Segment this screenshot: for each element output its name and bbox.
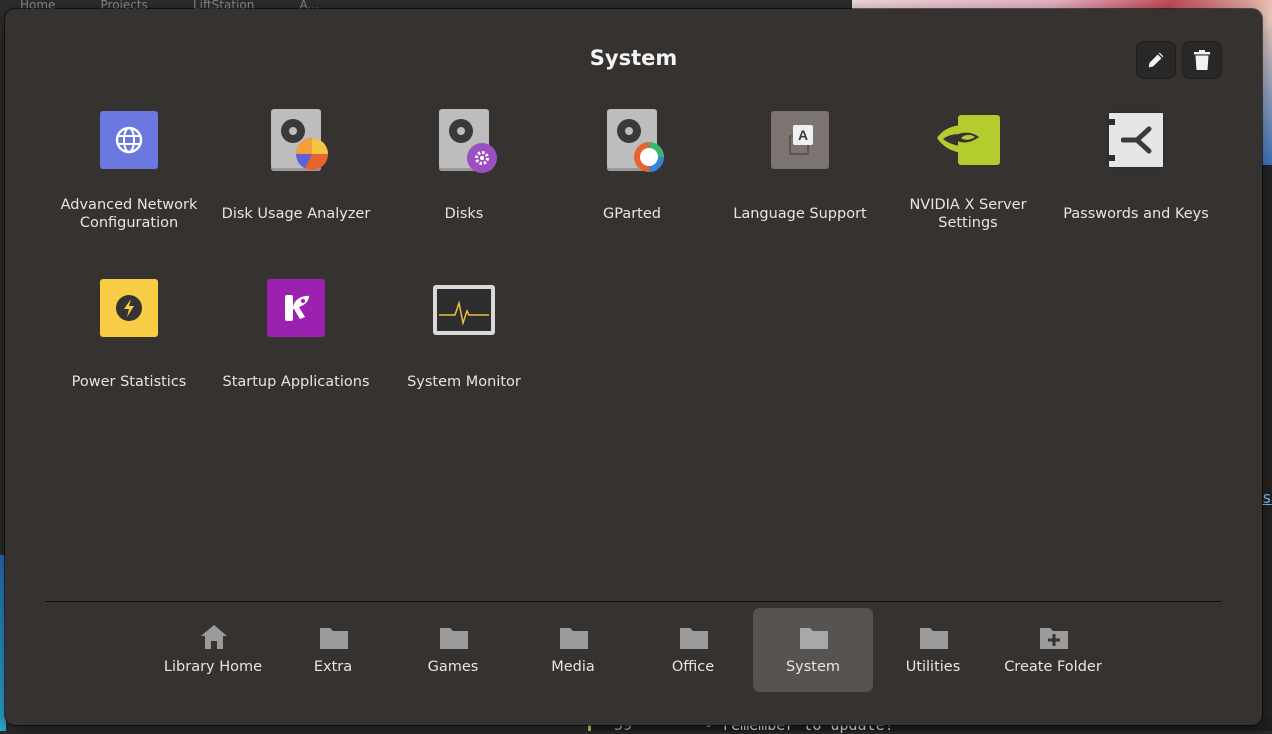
app-label: Startup Applications	[222, 374, 370, 390]
startup-applications-icon	[261, 273, 331, 343]
app-label: Power Statistics	[71, 374, 187, 390]
dock-item-create-folder[interactable]: Create Folder	[993, 608, 1113, 692]
home-icon	[201, 625, 227, 649]
dock-divider	[45, 601, 1221, 602]
disk-usage-analyzer-icon	[261, 105, 331, 175]
dock-item-office[interactable]: Office	[633, 608, 753, 692]
dock-label: Library Home	[163, 659, 263, 675]
app-disk-usage-analyzer[interactable]: Disk Usage Analyzer	[212, 105, 380, 265]
folder-icon	[920, 628, 948, 649]
dock-label: Media	[551, 659, 595, 675]
dock-label: System	[785, 659, 841, 675]
app-power-statistics[interactable]: Power Statistics	[45, 273, 213, 433]
folder-icon	[680, 628, 708, 649]
app-label: NVIDIA X Server Settings	[909, 197, 1027, 231]
app-label: Disks	[444, 206, 484, 222]
dock-item-extra[interactable]: Extra	[273, 608, 393, 692]
app-label: Advanced Network Configuration	[60, 197, 198, 231]
dock-label: Office	[671, 659, 715, 675]
trash-icon	[1194, 50, 1210, 70]
app-label: Passwords and Keys	[1063, 206, 1209, 222]
dock-item-utilities[interactable]: Utilities	[873, 608, 993, 692]
dock-label: Extra	[313, 659, 353, 675]
dock-label: Games	[427, 659, 479, 675]
folder-icon	[560, 628, 588, 649]
background-link: s	[1262, 488, 1272, 507]
app-advanced-network-configuration[interactable]: Advanced Network Configuration	[45, 105, 213, 265]
app-folder-dialog: System Advanced Network Configuration Di…	[5, 9, 1262, 725]
system-monitor-icon	[429, 273, 499, 343]
app-language-support[interactable]: A Language Support	[716, 105, 884, 265]
app-label: Disk Usage Analyzer	[221, 206, 371, 222]
gparted-icon	[597, 105, 667, 175]
disks-icon	[429, 105, 499, 175]
app-label: GParted	[603, 206, 661, 222]
app-label: System Monitor	[407, 374, 521, 390]
dock-item-library-home[interactable]: Library Home	[153, 608, 273, 692]
delete-folder-button[interactable]	[1182, 41, 1222, 79]
folder-icon	[440, 628, 468, 649]
app-nvidia-x-server-settings[interactable]: NVIDIA X Server Settings	[884, 105, 1052, 265]
folder-add-icon	[1040, 628, 1068, 649]
language-support-icon: A	[765, 105, 835, 175]
folder-icon	[800, 628, 828, 649]
dock-item-media[interactable]: Media	[513, 608, 633, 692]
edit-folder-button[interactable]	[1136, 41, 1176, 79]
folder-title: System	[589, 46, 678, 70]
dock-label: Utilities	[905, 659, 961, 675]
app-system-monitor[interactable]: System Monitor	[380, 273, 548, 433]
dock-item-games[interactable]: Games	[393, 608, 513, 692]
dock-item-system[interactable]: System	[753, 608, 873, 692]
passwords-keys-icon	[1101, 105, 1171, 175]
nvidia-icon	[933, 105, 1003, 175]
power-statistics-icon	[94, 273, 164, 343]
app-startup-applications[interactable]: Startup Applications	[212, 273, 380, 433]
folder-icon	[320, 628, 348, 649]
app-disks[interactable]: Disks	[380, 105, 548, 265]
network-globe-icon	[94, 105, 164, 175]
dock-label: Create Folder	[1004, 659, 1102, 675]
pencil-icon	[1148, 52, 1164, 68]
app-gparted[interactable]: GParted	[548, 105, 716, 265]
app-label: Language Support	[733, 206, 867, 222]
app-passwords-and-keys[interactable]: Passwords and Keys	[1052, 105, 1220, 265]
